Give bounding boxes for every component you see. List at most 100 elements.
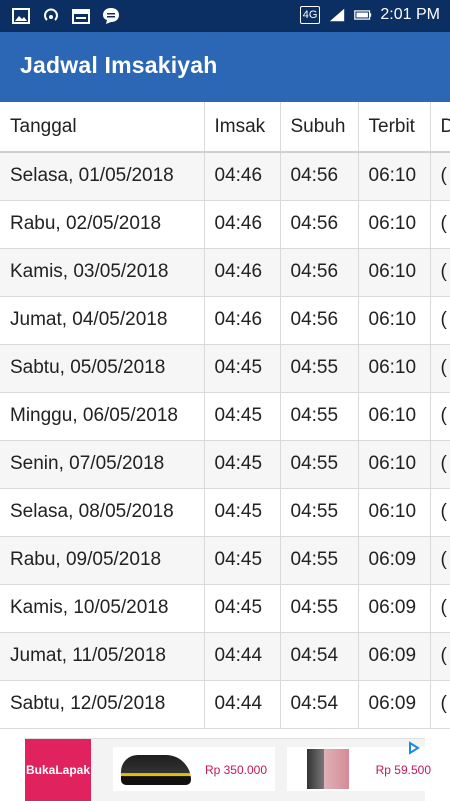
- cell-imsak: 04:45: [204, 488, 281, 537]
- ad-choices-icon[interactable]: [407, 741, 421, 755]
- cell-tanggal: Jumat, 11/05/2018: [0, 632, 205, 681]
- cell-tanggal: Kamis, 03/05/2018: [0, 248, 205, 297]
- cell-next: (: [430, 296, 450, 345]
- calendar-icon: [72, 7, 90, 25]
- cell-next: (: [430, 200, 450, 249]
- table-row: Jumat, 04/05/2018 04:46 04:56 06:10 (: [0, 296, 450, 345]
- cell-tanggal: Selasa, 01/05/2018: [0, 152, 205, 201]
- cell-terbit: 06:09: [358, 584, 431, 633]
- cell-imsak: 04:45: [204, 344, 281, 393]
- image-icon: [12, 7, 30, 25]
- header-imsak: Imsak: [204, 102, 281, 153]
- cell-terbit: 06:09: [358, 536, 431, 585]
- cell-next: (: [430, 536, 450, 585]
- cell-tanggal: Senin, 07/05/2018: [0, 440, 205, 489]
- table-row: Senin, 07/05/2018 04:45 04:55 06:10 (: [0, 440, 450, 489]
- cell-next: (: [430, 584, 450, 633]
- cell-imsak: 04:44: [204, 632, 281, 681]
- header-tanggal: Tanggal: [0, 102, 205, 153]
- cell-imsak: 04:46: [204, 200, 281, 249]
- hotspot-icon: [42, 7, 60, 25]
- cell-subuh: 04:55: [280, 392, 359, 441]
- cell-tanggal: Selasa, 08/05/2018: [0, 488, 205, 537]
- product-box-image: [307, 749, 349, 789]
- cell-subuh: 04:56: [280, 152, 359, 201]
- cell-subuh: 04:56: [280, 200, 359, 249]
- cell-terbit: 06:10: [358, 200, 431, 249]
- cell-imsak: 04:45: [204, 536, 281, 585]
- ad-product-shoe[interactable]: Rp 350.000: [113, 747, 275, 791]
- cell-tanggal: Rabu, 09/05/2018: [0, 536, 205, 585]
- cell-imsak: 04:46: [204, 296, 281, 345]
- cell-imsak: 04:45: [204, 584, 281, 633]
- table-row: Sabtu, 12/05/2018 04:44 04:54 06:09 (: [0, 680, 450, 729]
- battery-icon: [354, 6, 372, 24]
- cell-subuh: 04:55: [280, 536, 359, 585]
- cell-terbit: 06:09: [358, 680, 431, 729]
- cell-next: (: [430, 344, 450, 393]
- cell-terbit: 06:10: [358, 440, 431, 489]
- cell-subuh: 04:54: [280, 680, 359, 729]
- cell-imsak: 04:46: [204, 152, 281, 201]
- cell-imsak: 04:45: [204, 392, 281, 441]
- clock: 2:01 PM: [380, 6, 440, 23]
- cell-terbit: 06:10: [358, 152, 431, 201]
- cell-tanggal: Sabtu, 05/05/2018: [0, 344, 205, 393]
- table-header: Tanggal Imsak Subuh Terbit D: [0, 102, 450, 153]
- cell-subuh: 04:55: [280, 488, 359, 537]
- cell-terbit: 06:10: [358, 296, 431, 345]
- table-row: Kamis, 10/05/2018 04:45 04:55 06:09 (: [0, 584, 450, 633]
- cell-subuh: 04:55: [280, 344, 359, 393]
- cell-subuh: 04:56: [280, 296, 359, 345]
- table-row: Sabtu, 05/05/2018 04:45 04:55 06:10 (: [0, 344, 450, 393]
- chat-icon: [102, 7, 120, 25]
- cell-next: (: [430, 440, 450, 489]
- signal-icon: [328, 6, 346, 24]
- cell-next: (: [430, 488, 450, 537]
- table-row: Rabu, 09/05/2018 04:45 04:55 06:09 (: [0, 536, 450, 585]
- header-next-column: D: [430, 102, 450, 153]
- schedule-table-container[interactable]: Tanggal Imsak Subuh Terbit D Selasa, 01/…: [0, 102, 450, 738]
- ad-banner[interactable]: BukaLapak Rp 350.000 Rp 59.500: [25, 738, 439, 801]
- shoe-image: [121, 755, 191, 785]
- cell-terbit: 06:10: [358, 344, 431, 393]
- cell-tanggal: Minggu, 06/05/2018: [0, 392, 205, 441]
- header-terbit: Terbit: [358, 102, 431, 153]
- table-body: Selasa, 01/05/2018 04:46 04:56 06:10 ( R…: [0, 152, 450, 729]
- cell-terbit: 06:09: [358, 632, 431, 681]
- table-row: Kamis, 03/05/2018 04:46 04:56 06:10 (: [0, 248, 450, 297]
- page-title: Jadwal Imsakiyah: [20, 52, 218, 78]
- cell-next: (: [430, 248, 450, 297]
- cell-next: (: [430, 632, 450, 681]
- table-row: Jumat, 11/05/2018 04:44 04:54 06:09 (: [0, 632, 450, 681]
- notification-icons: [12, 7, 120, 25]
- cell-tanggal: Rabu, 02/05/2018: [0, 200, 205, 249]
- cell-imsak: 04:45: [204, 440, 281, 489]
- cell-subuh: 04:55: [280, 440, 359, 489]
- table-row: Minggu, 06/05/2018 04:45 04:55 06:10 (: [0, 392, 450, 441]
- cell-subuh: 04:55: [280, 584, 359, 633]
- app-bar: Jadwal Imsakiyah: [0, 32, 450, 102]
- network-type: 4G: [299, 6, 321, 24]
- cell-imsak: 04:44: [204, 680, 281, 729]
- cell-subuh: 04:54: [280, 632, 359, 681]
- cell-terbit: 06:10: [358, 392, 431, 441]
- header-row: Tanggal Imsak Subuh Terbit D: [0, 102, 450, 153]
- cell-next: (: [430, 152, 450, 201]
- header-subuh: Subuh: [280, 102, 359, 153]
- cell-subuh: 04:56: [280, 248, 359, 297]
- cell-next: (: [430, 680, 450, 729]
- ad-price: Rp 350.000: [204, 763, 267, 777]
- cell-tanggal: Jumat, 04/05/2018: [0, 296, 205, 345]
- cell-terbit: 06:10: [358, 488, 431, 537]
- cell-next: (: [430, 392, 450, 441]
- ad-price: Rp 59.500: [375, 763, 431, 777]
- table-row: Selasa, 01/05/2018 04:46 04:56 06:10 (: [0, 152, 450, 201]
- table-row: Selasa, 08/05/2018 04:45 04:55 06:10 (: [0, 488, 450, 537]
- ad-brand-logo[interactable]: BukaLapak: [25, 739, 91, 801]
- cell-tanggal: Sabtu, 12/05/2018: [0, 680, 205, 729]
- cell-terbit: 06:10: [358, 248, 431, 297]
- cell-tanggal: Kamis, 10/05/2018: [0, 584, 205, 633]
- cell-imsak: 04:46: [204, 248, 281, 297]
- system-status: 4G 2:01 PM: [299, 6, 440, 24]
